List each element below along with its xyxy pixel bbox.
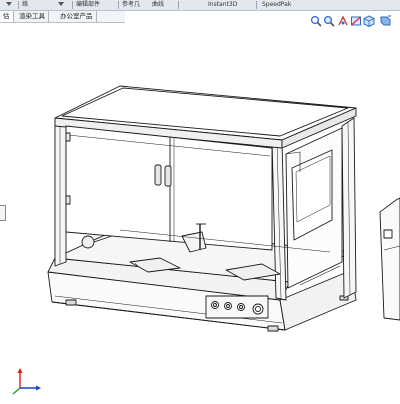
command-manager-ribbon: 络 编辑部件 参考几 曲线 Instant3D SpeedPak bbox=[0, 0, 400, 11]
axis-arrow-icon bbox=[36, 385, 41, 391]
ribbon-item-speedpak[interactable]: SpeedPak bbox=[262, 0, 291, 10]
tab-office-products[interactable]: 办公室产品 bbox=[57, 11, 97, 22]
reference-triad bbox=[10, 366, 44, 396]
ribbon-separator bbox=[72, 1, 73, 9]
axis-arrow-icon bbox=[17, 368, 23, 373]
cad-model-drawing bbox=[47, 85, 400, 332]
feature-manager-collapse-handle[interactable] bbox=[0, 205, 6, 221]
ribbon-separator bbox=[178, 1, 179, 9]
ribbon-separator bbox=[18, 1, 19, 9]
ribbon-item-instant3d[interactable]: Instant3D bbox=[208, 0, 237, 10]
ribbon-item-edit-component[interactable]: 编辑部件 bbox=[76, 0, 100, 10]
chevron-down-icon[interactable] bbox=[58, 2, 64, 6]
ribbon-item-0[interactable]: 络 bbox=[22, 0, 28, 10]
chevron-down-icon[interactable] bbox=[6, 2, 12, 6]
ribbon-item-reference-geometry[interactable]: 参考几 bbox=[122, 0, 140, 10]
axis-z-line bbox=[12, 387, 21, 395]
ribbon-separator bbox=[256, 1, 257, 9]
tab-evaluate[interactable]: 估 bbox=[0, 11, 14, 22]
ribbon-separator bbox=[118, 1, 119, 9]
tab-render-tools[interactable]: 渲染工具 bbox=[16, 11, 49, 22]
graphics-area[interactable] bbox=[0, 22, 400, 400]
ribbon-item-curves[interactable]: 曲线 bbox=[152, 0, 164, 10]
